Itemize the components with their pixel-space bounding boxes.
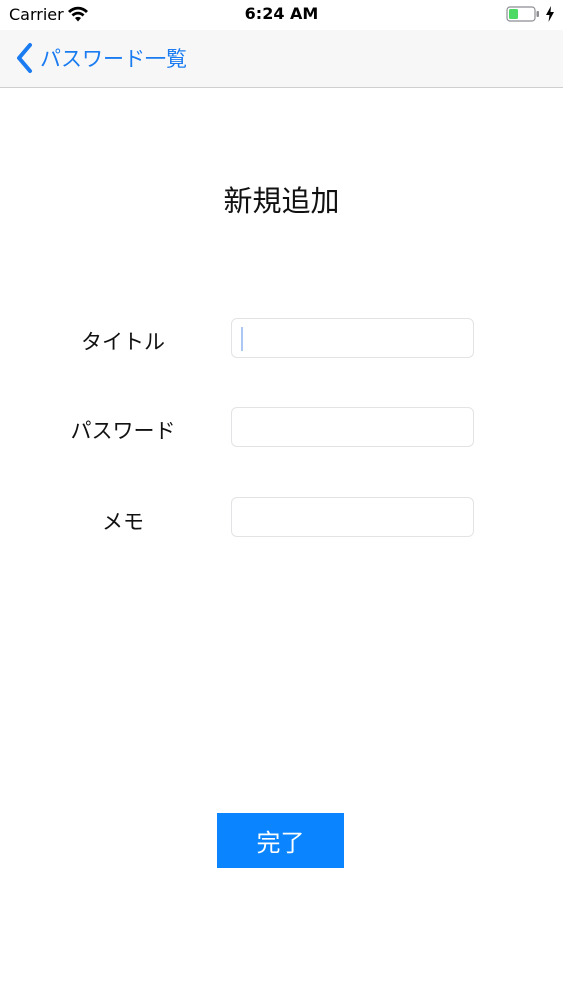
status-time: 6:24 AM bbox=[244, 4, 319, 23]
password-input[interactable] bbox=[231, 407, 474, 447]
chevron-left-icon bbox=[17, 43, 32, 73]
memo-field-label: メモ bbox=[102, 510, 144, 534]
page-title: 新規追加 bbox=[223, 184, 340, 218]
back-button-label: パスワード一覧 bbox=[40, 47, 187, 71]
screen: Carrier 6:24 AM パスワード一覧 新規追加 タイトル パスワード … bbox=[0, 0, 563, 1000]
navigation-bar: パスワード一覧 bbox=[0, 30, 563, 88]
password-field-label: パスワード bbox=[70, 419, 176, 443]
done-button[interactable]: 完了 bbox=[217, 813, 344, 868]
charging-icon bbox=[546, 6, 554, 22]
text-caret bbox=[241, 327, 243, 351]
memo-input[interactable] bbox=[231, 497, 474, 537]
back-button[interactable]: パスワード一覧 bbox=[14, 40, 187, 76]
title-input[interactable] bbox=[231, 318, 474, 358]
battery-icon bbox=[506, 6, 539, 22]
title-field-label: タイトル bbox=[81, 330, 165, 354]
status-bar: Carrier 6:24 AM bbox=[0, 0, 563, 30]
